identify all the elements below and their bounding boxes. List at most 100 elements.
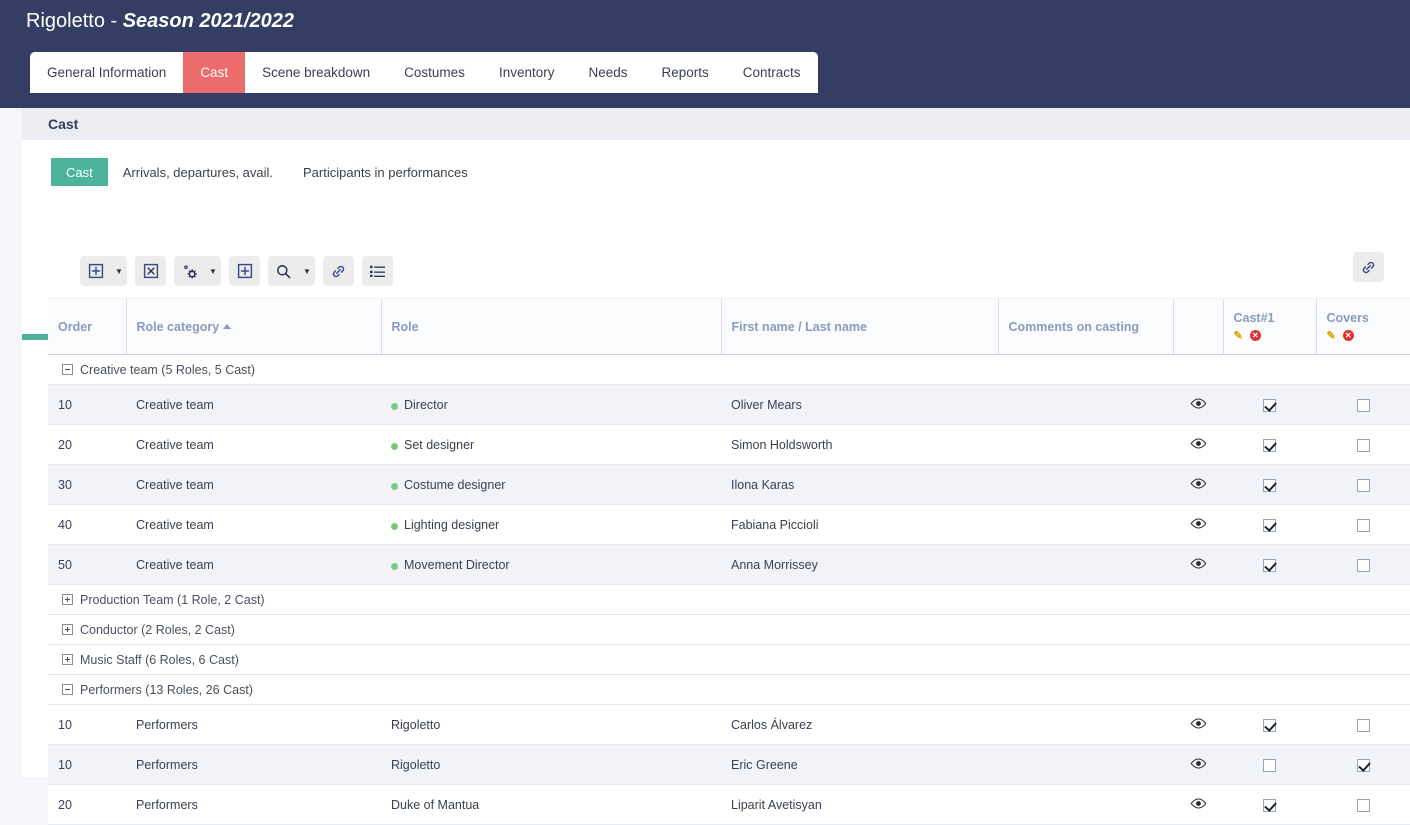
group-header-row[interactable]: Creative team (5 Roles, 5 Cast) — [48, 355, 1410, 385]
table-row[interactable]: 40Creative teamLighting designerFabiana … — [48, 505, 1410, 545]
delete-button[interactable] — [135, 256, 166, 286]
cast1-checkbox[interactable] — [1263, 719, 1276, 732]
eye-icon[interactable] — [1190, 798, 1207, 809]
cell-cast1[interactable] — [1223, 705, 1316, 745]
settings-button[interactable]: ▼ — [174, 256, 221, 286]
covers-checkbox[interactable] — [1357, 399, 1370, 412]
chevron-down-icon[interactable]: ▼ — [299, 256, 315, 286]
cell-cast1[interactable] — [1223, 545, 1316, 585]
cast1-checkbox[interactable] — [1263, 439, 1276, 452]
eye-icon[interactable] — [1190, 758, 1207, 769]
tab-general-information[interactable]: General Information — [30, 52, 183, 93]
cell-preview[interactable] — [1173, 425, 1223, 465]
eye-icon[interactable] — [1190, 478, 1207, 489]
cell-covers[interactable] — [1316, 465, 1410, 505]
delete-circle-icon[interactable]: ✕ — [1343, 330, 1354, 341]
cell-preview[interactable] — [1173, 785, 1223, 825]
link-button-right[interactable] — [1353, 252, 1384, 282]
cell-cast1[interactable] — [1223, 745, 1316, 785]
collapse-icon[interactable] — [62, 684, 73, 695]
group-header-row[interactable]: Music Staff (6 Roles, 6 Cast) — [48, 645, 1410, 675]
table-row[interactable]: 20PerformersDuke of MantuaLiparit Avetis… — [48, 785, 1410, 825]
column-header-covers[interactable]: Covers✎✕ — [1316, 299, 1410, 355]
tab-inventory[interactable]: Inventory — [482, 52, 572, 93]
cell-covers[interactable] — [1316, 425, 1410, 465]
group-header-row[interactable]: Production Team (1 Role, 2 Cast) — [48, 585, 1410, 615]
eye-icon[interactable] — [1190, 558, 1207, 569]
tab-costumes[interactable]: Costumes — [387, 52, 482, 93]
chevron-down-icon[interactable]: ▼ — [111, 256, 127, 286]
group-header-row[interactable]: Performers (13 Roles, 26 Cast) — [48, 675, 1410, 705]
table-row[interactable]: 10PerformersRigolettoCarlos Álvarez — [48, 705, 1410, 745]
cell-cast1[interactable] — [1223, 505, 1316, 545]
cell-cast1[interactable] — [1223, 785, 1316, 825]
covers-checkbox[interactable] — [1357, 479, 1370, 492]
covers-checkbox[interactable] — [1357, 799, 1370, 812]
cell-covers[interactable] — [1316, 545, 1410, 585]
eye-icon[interactable] — [1190, 718, 1207, 729]
cell-cast1[interactable] — [1223, 465, 1316, 505]
column-header-comments-on-casting[interactable]: Comments on casting — [998, 299, 1173, 355]
tab-scene-breakdown[interactable]: Scene breakdown — [245, 52, 387, 93]
cell-covers[interactable] — [1316, 505, 1410, 545]
column-header-order[interactable]: Order — [48, 299, 126, 355]
tab-reports[interactable]: Reports — [645, 52, 726, 93]
cell-cast1[interactable] — [1223, 425, 1316, 465]
subtab-cast[interactable]: Cast — [51, 158, 108, 186]
covers-checkbox[interactable] — [1357, 759, 1370, 772]
search-button[interactable]: ▼ — [268, 256, 315, 286]
table-row[interactable]: 50Creative teamMovement DirectorAnna Mor… — [48, 545, 1410, 585]
cast1-checkbox[interactable] — [1263, 479, 1276, 492]
group-header-row[interactable]: Conductor (2 Roles, 2 Cast) — [48, 615, 1410, 645]
link-button[interactable] — [323, 256, 354, 286]
column-header-cast#1[interactable]: Cast#1✎✕ — [1223, 299, 1316, 355]
tab-contracts[interactable]: Contracts — [726, 52, 818, 93]
cast1-checkbox[interactable] — [1263, 559, 1276, 572]
tab-cast[interactable]: Cast — [183, 52, 245, 93]
cell-preview[interactable] — [1173, 505, 1223, 545]
covers-checkbox[interactable] — [1357, 439, 1370, 452]
column-header-blank[interactable] — [1173, 299, 1223, 355]
table-row[interactable]: 10Creative teamDirectorOliver Mears — [48, 385, 1410, 425]
add-row-button[interactable] — [229, 256, 260, 286]
column-header-first-name-last-name[interactable]: First name / Last name — [721, 299, 998, 355]
expand-icon[interactable] — [62, 594, 73, 605]
column-header-role[interactable]: Role — [381, 299, 721, 355]
list-button[interactable] — [362, 256, 393, 286]
column-header-role-category[interactable]: Role category — [126, 299, 381, 355]
edit-pencil-icon[interactable]: ✎ — [1327, 329, 1336, 342]
cast1-checkbox[interactable] — [1263, 519, 1276, 532]
cell-covers[interactable] — [1316, 705, 1410, 745]
cell-preview[interactable] — [1173, 465, 1223, 505]
cast1-checkbox[interactable] — [1263, 799, 1276, 812]
table-row[interactable]: 10PerformersRigolettoEric Greene — [48, 745, 1410, 785]
cell-covers[interactable] — [1316, 745, 1410, 785]
table-row[interactable]: 30Creative teamCostume designerIlona Kar… — [48, 465, 1410, 505]
subtab-participants-in-performances[interactable]: Participants in performances — [288, 158, 483, 186]
covers-checkbox[interactable] — [1357, 559, 1370, 572]
eye-icon[interactable] — [1190, 398, 1207, 409]
cell-cast1[interactable] — [1223, 385, 1316, 425]
cell-covers[interactable] — [1316, 785, 1410, 825]
eye-icon[interactable] — [1190, 438, 1207, 449]
edit-pencil-icon[interactable]: ✎ — [1234, 329, 1243, 342]
expand-icon[interactable] — [62, 654, 73, 665]
tab-needs[interactable]: Needs — [571, 52, 644, 93]
delete-circle-icon[interactable]: ✕ — [1250, 330, 1261, 341]
cell-covers[interactable] — [1316, 385, 1410, 425]
covers-checkbox[interactable] — [1357, 719, 1370, 732]
expand-icon[interactable] — [62, 624, 73, 635]
collapse-icon[interactable] — [62, 364, 73, 375]
cast1-checkbox[interactable] — [1263, 759, 1276, 772]
covers-checkbox[interactable] — [1357, 519, 1370, 532]
cell-preview[interactable] — [1173, 545, 1223, 585]
chevron-down-icon[interactable]: ▼ — [205, 256, 221, 286]
eye-icon[interactable] — [1190, 518, 1207, 529]
cast1-checkbox[interactable] — [1263, 399, 1276, 412]
cell-preview[interactable] — [1173, 385, 1223, 425]
subtab-arrivals-departures-avail[interactable]: Arrivals, departures, avail. — [108, 158, 288, 186]
table-row[interactable]: 20Creative teamSet designerSimon Holdswo… — [48, 425, 1410, 465]
cell-preview[interactable] — [1173, 705, 1223, 745]
add-button[interactable]: ▼ — [80, 256, 127, 286]
cell-preview[interactable] — [1173, 745, 1223, 785]
